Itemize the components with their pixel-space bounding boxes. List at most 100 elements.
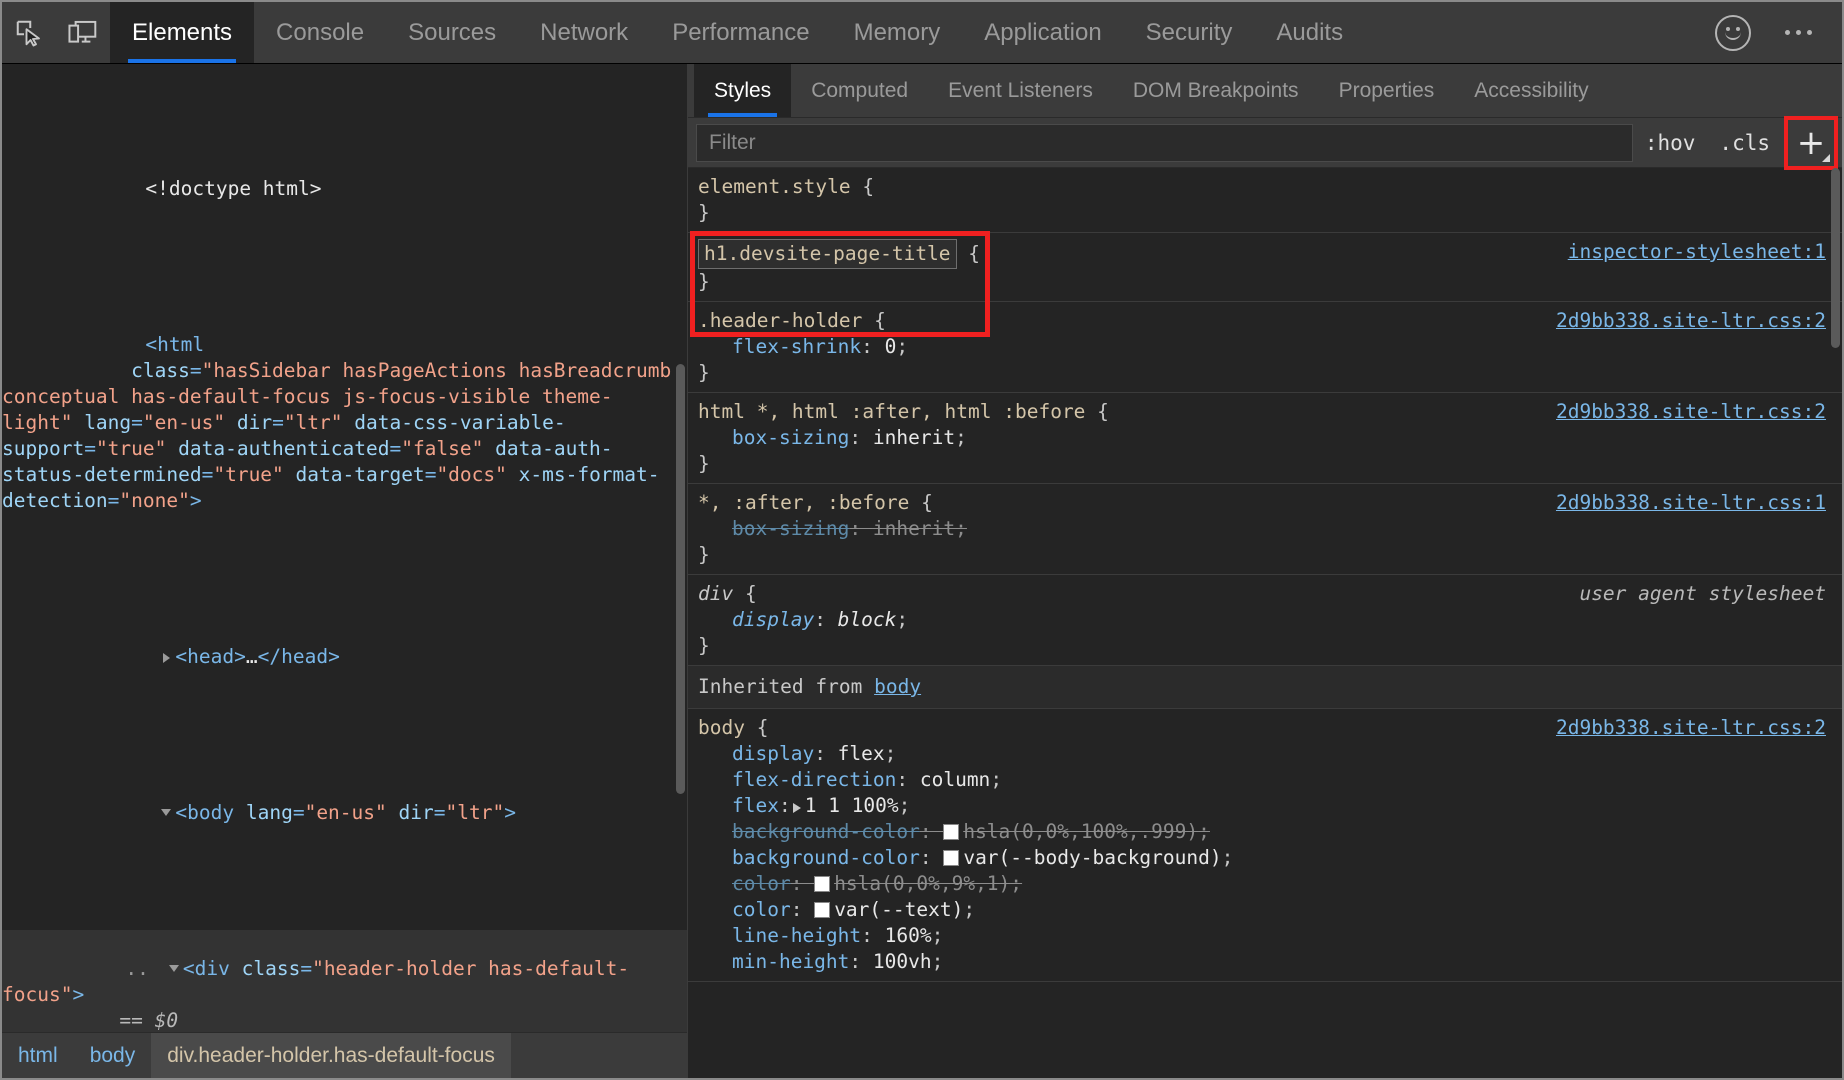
rule-selector[interactable]: .header-holder	[698, 309, 862, 332]
panel-tab-console[interactable]: Console	[254, 2, 386, 63]
selected-node-marker: == $0	[119, 1009, 179, 1032]
dom-tree-pane: <!doctype html> <html class="hasSidebar …	[2, 64, 688, 1078]
css-property-value[interactable]: 0	[885, 335, 897, 358]
color-swatch[interactable]	[814, 902, 831, 918]
breadcrumb-item[interactable]: html	[2, 1033, 74, 1078]
css-property-name[interactable]: box-sizing	[698, 516, 849, 542]
inherited-prefix: Inherited from	[698, 675, 875, 698]
expand-head-icon[interactable]	[163, 652, 171, 663]
rule-new-inspector[interactable]: h1.devsite-page-title { inspector-styles…	[688, 231, 1842, 337]
css-property-value[interactable]: var(--body-background)	[963, 846, 1221, 869]
new-rule-selector-input[interactable]: h1.devsite-page-title	[698, 239, 957, 269]
expand-shorthand-icon[interactable]	[792, 803, 801, 813]
dom-tree[interactable]: <!doctype html> <html class="hasSidebar …	[2, 64, 687, 1032]
new-style-rule-highlight: +	[1784, 115, 1838, 170]
css-rules-scrollbar[interactable]	[1831, 168, 1840, 348]
rule-body-inherited[interactable]: body { 2d9bb338.site-ltr.css:2 display: …	[688, 709, 1842, 982]
css-rules-list[interactable]: element.style { } h1.devsite-page-title …	[688, 168, 1842, 1078]
toggle-element-state-button[interactable]: :hov	[1633, 125, 1708, 161]
rule-origin-link[interactable]: inspector-stylesheet:1	[1568, 239, 1826, 265]
rule-star[interactable]: *, :after, :before { 2d9bb338.site-ltr.c…	[688, 484, 1842, 575]
css-property-name: display	[732, 608, 815, 631]
css-property-value[interactable]: 1 1 100%	[805, 794, 899, 817]
css-property-value[interactable]: inherit	[873, 517, 955, 540]
styles-filter-bar: :hov .cls +	[688, 115, 1842, 170]
panel-tab-security[interactable]: Security	[1124, 2, 1255, 63]
css-property-value[interactable]: 160%	[885, 924, 932, 947]
rule-origin-link[interactable]: 2d9bb338.site-ltr.css:2	[1556, 715, 1826, 741]
dom-line-body[interactable]: <body lang="en-us" dir="ltr">	[2, 774, 687, 852]
panel-tab-elements[interactable]: Elements	[110, 2, 255, 63]
dom-line-doctype[interactable]: <!doctype html>	[2, 150, 687, 228]
main-content: <!doctype html> <html class="hasSidebar …	[2, 64, 1842, 1078]
panel-tab-sources[interactable]: Sources	[386, 2, 518, 63]
rule-div-user-agent[interactable]: div { user agent stylesheet display: blo…	[688, 575, 1842, 666]
color-swatch[interactable]	[814, 876, 831, 892]
css-property-name[interactable]: min-height	[698, 949, 849, 975]
breadcrumb-item[interactable]: div.header-holder.has-default-focus	[151, 1033, 511, 1078]
css-property-name[interactable]: flex	[698, 793, 779, 819]
breadcrumb: html body div.header-holder.has-default-fo…	[2, 1032, 687, 1078]
css-property-name[interactable]: color	[698, 897, 791, 923]
css-property-value[interactable]: hsla(0,0%,9%,1)	[834, 872, 1010, 895]
rule-html-star[interactable]: html *, html :after, html :before { 2d9b…	[688, 393, 1842, 484]
css-property-value[interactable]: inherit	[873, 426, 955, 449]
rule-selector[interactable]: element.style	[698, 175, 851, 198]
rule-origin-link[interactable]: 2d9bb338.site-ltr.css:2	[1556, 399, 1826, 425]
sidebar-tabs: Styles Computed Event Listeners DOM Breakpo…	[688, 64, 1842, 118]
rule-selector[interactable]: *, :after, :before	[698, 491, 909, 514]
color-swatch[interactable]	[943, 824, 960, 840]
css-property-value[interactable]: flex	[838, 742, 885, 765]
styles-filter-input[interactable]	[696, 123, 1633, 162]
dom-line-header-holder[interactable]: .. <div class="header-holder has-default-…	[2, 930, 687, 1032]
inherited-source-link[interactable]: body	[874, 675, 921, 698]
panel-tab-performance[interactable]: Performance	[650, 2, 831, 63]
css-property-name[interactable]: line-height	[698, 923, 861, 949]
rule-selector[interactable]: body	[698, 716, 745, 739]
rule-origin-link[interactable]: 2d9bb338.site-ltr.css:1	[1556, 490, 1826, 516]
dom-line-head[interactable]: <head>…</head>	[2, 618, 687, 696]
inherited-from-header: Inherited from body	[688, 666, 1842, 709]
rule-header-holder[interactable]: .header-holder { 2d9bb338.site-ltr.css:2…	[688, 302, 1842, 393]
sidebar-tab-computed[interactable]: Computed	[791, 64, 928, 117]
css-property-name[interactable]: flex-shrink	[698, 334, 861, 360]
css-property-name[interactable]: box-sizing	[698, 425, 849, 451]
css-property-value[interactable]: var(--text)	[834, 898, 963, 921]
sidebar-tab-dom-breakpoints[interactable]: DOM Breakpoints	[1113, 64, 1319, 117]
rule-selector[interactable]: html *, html :after, html :before	[698, 400, 1085, 423]
element-classes-button[interactable]: .cls	[1707, 125, 1782, 161]
device-toolbar-icon[interactable]	[56, 2, 110, 63]
new-style-rule-button[interactable]: +	[1791, 123, 1831, 163]
sidebar-tab-styles[interactable]: Styles	[694, 64, 792, 117]
rule-element-style[interactable]: element.style { }	[688, 168, 1842, 233]
breadcrumb-item[interactable]: body	[74, 1033, 152, 1078]
styles-pane: Styles Computed Event Listeners DOM Breakpo…	[688, 64, 1842, 1078]
css-property-name[interactable]: background-color	[698, 845, 920, 871]
collapse-header-holder-icon[interactable]	[168, 965, 179, 972]
collapse-body-icon[interactable]	[161, 809, 172, 816]
sidebar-tab-event-listeners[interactable]: Event Listeners	[928, 64, 1113, 117]
smiley-face-icon[interactable]	[1715, 14, 1751, 51]
css-property-value: block	[837, 608, 897, 631]
sidebar-tab-properties[interactable]: Properties	[1319, 64, 1455, 117]
dom-line-html[interactable]: <html class="hasSidebar hasPageActions h…	[2, 306, 687, 540]
dom-tree-scrollbar[interactable]	[676, 364, 685, 794]
sidebar-tab-accessibility[interactable]: Accessibility	[1454, 64, 1608, 117]
rule-origin-link[interactable]: 2d9bb338.site-ltr.css:2	[1556, 308, 1826, 334]
css-property-name[interactable]: color	[698, 871, 791, 897]
panel-tab-network[interactable]: Network	[518, 2, 650, 63]
dom-doctype-text: <!doctype html>	[145, 177, 322, 200]
toolbar-right-actions	[1715, 2, 1842, 63]
css-property-value[interactable]: 100vh	[873, 950, 932, 973]
css-property-value[interactable]: hsla(0,0%,100%,.999)	[963, 820, 1198, 843]
css-property-value[interactable]: column	[920, 768, 990, 791]
panel-tab-application[interactable]: Application	[962, 2, 1123, 63]
css-property-name[interactable]: background-color	[698, 819, 920, 845]
color-swatch[interactable]	[943, 850, 960, 866]
panel-tab-audits[interactable]: Audits	[1254, 2, 1365, 63]
panel-tab-memory[interactable]: Memory	[832, 2, 963, 63]
css-property-name[interactable]: flex-direction	[698, 767, 896, 793]
more-options-icon[interactable]	[1777, 22, 1820, 43]
inspect-element-icon[interactable]	[2, 2, 56, 63]
css-property-name[interactable]: display	[698, 741, 814, 767]
